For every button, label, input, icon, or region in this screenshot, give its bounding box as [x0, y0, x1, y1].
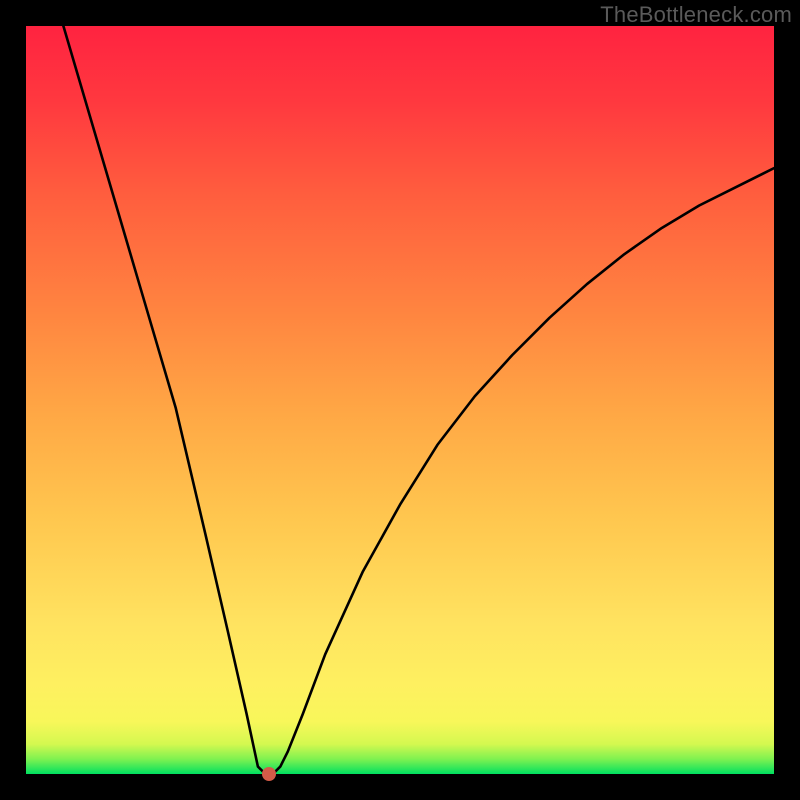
bottleneck-curve — [26, 26, 774, 774]
plot-area — [26, 26, 774, 774]
chart-frame: TheBottleneck.com — [0, 0, 800, 800]
watermark-text: TheBottleneck.com — [600, 2, 792, 28]
optimal-point-marker — [262, 767, 276, 781]
